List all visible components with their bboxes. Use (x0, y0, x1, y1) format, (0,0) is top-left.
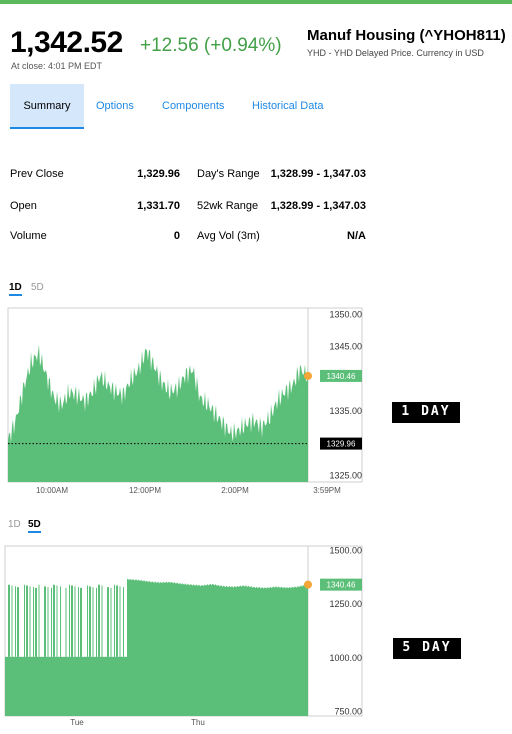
tab-options[interactable]: Options (96, 84, 134, 129)
days-range-value: 1,328.99 - 1,347.03 (270, 168, 366, 180)
top-accent-bar (0, 0, 512, 4)
tab-summary[interactable]: Summary (10, 84, 84, 129)
chart1-y-tick: 1350.00 (329, 309, 362, 319)
chart2-area (127, 578, 308, 716)
chart1-prev-close-label: 1329.96 (327, 440, 356, 449)
open-label: Open (10, 200, 37, 212)
chart1-y-tick: 1345.00 (329, 342, 362, 352)
quote-change: +12.56 (+0.94%) (140, 35, 282, 56)
volume-label: Volume (10, 230, 47, 242)
prev-close-value: 1,329.96 (137, 168, 180, 180)
open-value: 1,331.70 (137, 200, 180, 212)
chart1-tab-1d[interactable]: 1D (9, 282, 22, 296)
chart2-last-marker (304, 580, 312, 589)
chart1-last-marker (304, 371, 312, 380)
quote-name: Manuf Housing (^YHOH811) (307, 27, 506, 44)
volume-value: 0 (173, 230, 180, 242)
chart2-x-tick: Tue (70, 718, 84, 727)
chart2-y-tick: 1500.00 (329, 545, 362, 555)
avg-vol-value: N/A (347, 230, 366, 242)
chart2-x-tick: Thu (191, 718, 205, 727)
chart2-y-tick: 1250.00 (329, 599, 362, 609)
chart2-tab-5d[interactable]: 5D (28, 519, 41, 533)
avg-vol-label: Avg Vol (3m) (197, 230, 260, 242)
quote-price: 1,342.52 (10, 26, 123, 59)
chart2-low-segment (5, 656, 127, 716)
52wk-range-label: 52wk Range (197, 200, 259, 212)
chart1-x-tick: 10:00AM (36, 486, 68, 495)
chart2-last-label: 1340.46 (327, 581, 356, 590)
chart1-x-tick: 12:00PM (129, 486, 161, 495)
chart2-y-tick: 750.00 (334, 707, 362, 717)
tab-components[interactable]: Components (162, 84, 224, 129)
tab-historical-data[interactable]: Historical Data (252, 84, 324, 129)
chart1-last-label: 1340.46 (327, 372, 356, 381)
chart1-x-tick: 3:59PM (313, 486, 341, 495)
chart-1day[interactable]: 1350.001345.001335.001330.001325.0010:00… (0, 306, 370, 495)
days-range-label: Day's Range (197, 168, 260, 180)
prev-close-label: Prev Close (10, 168, 64, 180)
chart1-y-tick: 1325.00 (329, 471, 362, 481)
52wk-range-value: 1,328.99 - 1,347.03 (270, 200, 366, 212)
quote-as-of: At close: 4:01 PM EDT (11, 61, 103, 71)
chart2-y-tick: 1000.00 (329, 653, 362, 663)
quote-subtitle: YHD - YHD Delayed Price. Currency in USD (307, 48, 484, 58)
label-5-day: 5 DAY (393, 638, 461, 659)
chart1-tab-5d[interactable]: 5D (31, 282, 44, 293)
label-1-day: 1 DAY (392, 402, 460, 423)
chart1-x-tick: 2:00PM (221, 486, 249, 495)
chart2-tab-1d[interactable]: 1D (8, 519, 21, 530)
chart1-y-tick: 1335.00 (329, 406, 362, 416)
chart-5day[interactable]: 1500.00 1250.00 1000.00 750.00 Tue Thu 1340.46 (0, 544, 370, 734)
